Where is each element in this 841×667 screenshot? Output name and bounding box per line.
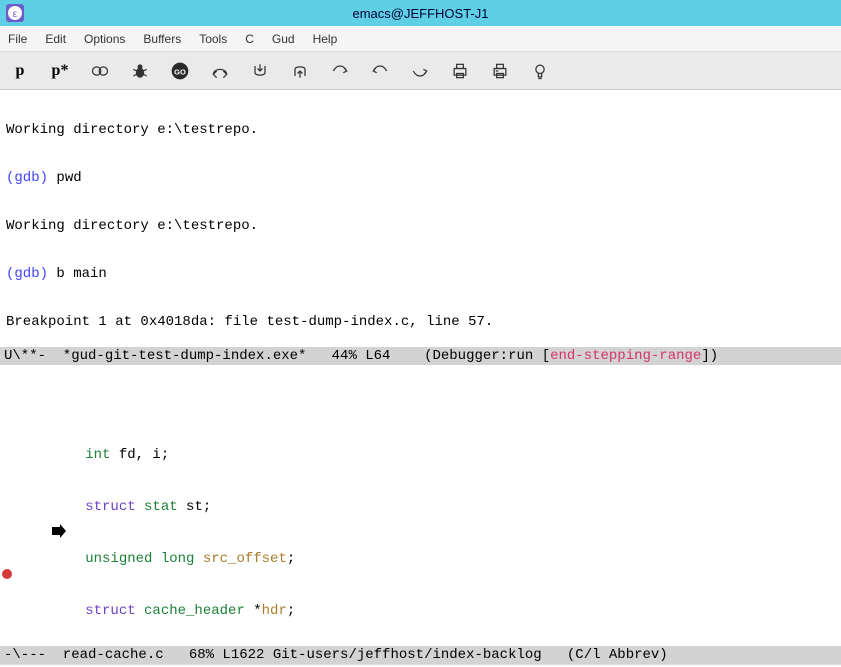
down-frame-icon[interactable]	[408, 59, 432, 83]
svg-text:ε: ε	[13, 9, 18, 20]
gdb-prompt: (gdb)	[6, 266, 56, 282]
gdb-output: Working directory e:\testrepo.	[6, 122, 835, 138]
gdb-cmd: b main	[56, 266, 106, 282]
menu-file[interactable]: File	[8, 32, 27, 46]
emacs-icon: ε	[6, 4, 24, 22]
modeline-gdb: U\**- *gud-git-test-dump-index.exe* 44% …	[0, 347, 841, 365]
code-lines: int fd, i; struct stat st; unsigned long…	[0, 413, 841, 646]
menu-options[interactable]: Options	[84, 32, 125, 46]
svg-text:GO: GO	[174, 67, 186, 76]
menu-c[interactable]: C	[245, 32, 254, 46]
printer-icon[interactable]	[448, 59, 472, 83]
continue-icon[interactable]	[328, 59, 352, 83]
modeline-text: -\--- read-cache.c 68% L1622 Git-users/j…	[4, 647, 668, 663]
step-out-icon[interactable]	[288, 59, 312, 83]
watch-icon[interactable]	[88, 59, 112, 83]
menu-tools[interactable]: Tools	[199, 32, 227, 46]
menu-help[interactable]: Help	[313, 32, 338, 46]
step-into-icon[interactable]	[248, 59, 272, 83]
menu-gud[interactable]: Gud	[272, 32, 295, 46]
gdb-cmd: pwd	[56, 170, 81, 186]
display-icon[interactable]	[488, 59, 512, 83]
go-button[interactable]: GO	[168, 59, 192, 83]
gdb-output-pane[interactable]: Working directory e:\testrepo. (gdb) pwd…	[0, 90, 841, 347]
modeline-code: -\--- read-cache.c 68% L1622 Git-users/j…	[0, 646, 841, 664]
gdb-output: Breakpoint 1 at 0x4018da: file test-dump…	[6, 314, 835, 330]
current-line-arrow-icon	[0, 507, 16, 523]
up-frame-icon[interactable]	[368, 59, 392, 83]
title-text: emacs@JEFFHOST-J1	[353, 6, 489, 21]
print-button[interactable]: p	[8, 59, 32, 83]
gdb-prompt: (gdb)	[6, 170, 56, 186]
titlebar: ε emacs@JEFFHOST-J1	[0, 0, 841, 26]
gdb-output: Working directory e:\testrepo.	[6, 218, 835, 234]
print-star-button[interactable]: p*	[48, 59, 72, 83]
modeline-text: U\**- *gud-git-test-dump-index.exe* 44% …	[4, 348, 550, 364]
gutter	[0, 365, 18, 646]
modeline-text: ])	[701, 348, 718, 364]
step-over-icon[interactable]	[208, 59, 232, 83]
modeline-status: end-stepping-range	[550, 348, 701, 364]
menu-buffers[interactable]: Buffers	[143, 32, 181, 46]
bug-icon[interactable]	[128, 59, 152, 83]
menubar: File Edit Options Buffers Tools C Gud He…	[0, 26, 841, 52]
breakpoint-marker-icon[interactable]	[2, 569, 12, 579]
menu-edit[interactable]: Edit	[45, 32, 66, 46]
lightbulb-icon[interactable]	[528, 59, 552, 83]
toolbar: p p* GO	[0, 52, 841, 90]
source-code-pane[interactable]: int fd, i; struct stat st; unsigned long…	[0, 365, 841, 646]
